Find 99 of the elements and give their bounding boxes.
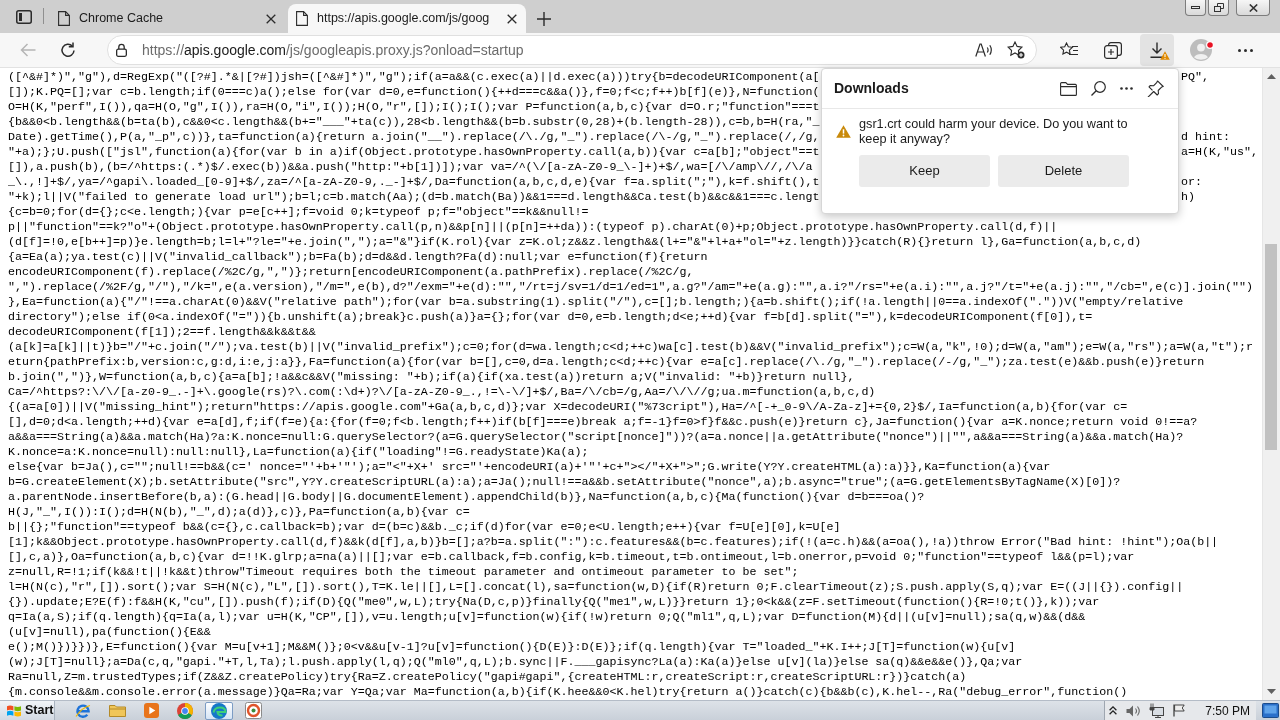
source-line: b||{};"function"==typeof b&&(c={},c.callback=b);var d=(b=c)&&b._c;if(d)for(var e=0;e<U.length;e++){var f=U[e][0],k=U[e] — [8, 520, 841, 535]
source-line: []);K.PQ=[];var c=b.length;if(0===c)a();else for(var d=0,e=function(){++d===c&&a()},f=0;f<c;f++)b[f](e)},N=function( — [8, 85, 820, 100]
windows-logo-icon — [7, 704, 21, 717]
source-line: PQ", — [1181, 70, 1209, 85]
arrow-up-icon[interactable] — [1267, 74, 1276, 79]
folder-icon[interactable] — [1060, 81, 1077, 96]
panel-title: Downloads — [834, 79, 909, 98]
source-line: b.join(",")},W=function(a,b,c){a=a[b];!a&&c&&V("missing: "+b);if(a){if(xa.test(a))return a;V("invalid: "+b)}return null}, — [8, 370, 855, 385]
source-line: },Ea=function(a){"/"!==a.charAt(0)&&V("relative path");for(var b=a.substring(1).split("/"),c=[];b.length;){a=b.shift();if(!a.length||0==a.indexOf("."))V("empty/relative — [8, 295, 1184, 310]
warning-message: gsr1.crt could harm your device. Do you want to keep it anyway? — [859, 117, 1129, 147]
show-desktop-icon[interactable] — [1262, 703, 1279, 718]
source-line: or: — [1181, 175, 1202, 190]
source-line: [],c,a)},Oa=function(a,b,c){var d=!!K.glrp;a=na(a)||[];var e=b.callback,f=b.config,k=b.timeout,t=b.ontimeout,l=b.onerror,p=void 0;"function"==typeof l&&(p=l);var — [8, 550, 1135, 565]
close-icon[interactable] — [507, 13, 517, 24]
download-icon — [1150, 42, 1164, 58]
source-line: K.nonce=a:K.nonce=null):null:null},La=function(a){if("loading"!=G.readyState)Ka(a); — [8, 445, 589, 460]
pin-icon[interactable] — [1147, 80, 1164, 97]
close-icon — [1248, 3, 1258, 12]
more-icon[interactable] — [1237, 48, 1253, 52]
source-line: a.parentNode.insertBefore(b,a):(G.head||G.body||G.documentElement).appendChild(b)},Na=function(a,b,c){Ma(function(){var d=b===oa()? — [8, 490, 925, 505]
source-line: [],d=0;d<a.length;++d){var e=a[d],f;if(f=e){a:{for(f=0;f<b.length;f++)if(b[f]===e)break a;f=-1}f=0>f}f&&c.push(e)}return c},Ja=function(){var a=K.nonce;return void 0!==a? — [8, 415, 1198, 430]
plus-icon[interactable] — [537, 12, 551, 26]
source-line: directory");else if(0<a.indexOf("=")){b.unshift(a);break}c.push(a)}a={};for(var d=0,e=b.length;d<e;++d){var f=b[d].split("="),k=decodeURIComponent(f[0]),t= — [8, 310, 1093, 325]
source-line: z=null,R=!1;if(k&&!t||!k&&t)throw"Timeout requires both the timeout parameter and ontimeout parameter to be set"; — [8, 565, 799, 580]
source-line: eturn{pathPrefix:b,version:c,g:d,i:e,j:a}},Fa=function(a){for(var b=[],c=0,d=a.length;c<d;++c){var e=a[c].replace(/\./g,"_").replace(/-/g,"_");za.test(e)&&b.push(e)}return — [8, 355, 1205, 370]
speaker-icon[interactable] — [1126, 704, 1141, 717]
star-add-icon[interactable] — [1007, 41, 1025, 59]
minimize-button[interactable] — [1185, 0, 1206, 16]
e-logo-icon[interactable] — [75, 702, 91, 719]
double-chevron-up-icon[interactable] — [1109, 706, 1118, 715]
framed-ring-icon[interactable] — [244, 702, 262, 719]
source-line: h) — [1181, 190, 1195, 205]
source-line: decodeURIComponent(f[1]);2==f.length&&k&&t&& — [8, 325, 316, 340]
source-line: a&&a===String(a)&&a.match(Ha)?a:K.nonce=null:G.querySelector?(a=G.querySelector("script[nonce]"))?(a=a.nonce||a.getAttribute("nonce")||"",a&&a===String(a)&&a.match(Ha)? — [8, 430, 1184, 445]
source-line: l=H(N(c),"r",[]).sort();var S=H(N(c),"L",[]).sort(),T=K.le||[],L=[].concat(l),sa=function(w,D){if(R)return 0;F.clearTimeout(z);S.push.apply(S,q);var E=((J||{}).config|| — [8, 580, 1184, 595]
source-line: Date).getTime(),P(a,"_p",c))},ta=function(a){return a.join("__").replace(/\./g,"_").replace(/\-/g,"_").replace(/,/g, — [8, 130, 820, 144]
source-line: {c=b=0;for(d={};c<e.length;){var p=e[c++];f=void 0;k=typeof p;f="object"==k&&null!= — [8, 205, 589, 220]
address-bar[interactable]: https://apis.google.com/js/googleapis.proxy.js?onload=startup — [107, 35, 1037, 65]
source-line: else{var b=Ja(),c="";null!==b&&(c=' nonce="'+b+'"');a="<"+X+' src="'+encodeURI(a)+'"'+c+"></"+X+">";G.write(Y?Y.createHTML(a):a)}},Ka=function(a){var — [8, 460, 1051, 475]
source-line: encodeURIComponent(f).replace(/%2C/g,",")};return[encodeURIComponent(a.pathPrefix).replace(/%2C/g, — [8, 265, 694, 280]
more-icon[interactable] — [1120, 87, 1133, 90]
browser-tab[interactable]: Chrome Cache — [50, 4, 285, 33]
search-icon[interactable] — [1091, 81, 1106, 96]
browser-tab[interactable]: https://apis.google.com/js/goog — [288, 4, 526, 33]
close-icon[interactable] — [266, 13, 276, 24]
scrollbar-thumb[interactable] — [1265, 244, 1277, 450]
minimize-icon — [1191, 6, 1200, 9]
clock-time: 7:50 PM — [1205, 702, 1250, 720]
warning-icon — [836, 125, 851, 138]
source-line: ",").replace(/%2F/g,"/"),"/k=",e(a.version),"/m=",e(b),d?"/exm="+e(d):"","/rt=j/sv=1/d=1/ed=1",a.g?"/am="+e(a.g):"",a.i?"/rs="+e(a.i):"",a.j?"/t="+e(a.j):"","/cb=",e(c)].join("") — [8, 280, 1254, 295]
flag-icon[interactable] — [1173, 704, 1186, 717]
ring-logo-icon[interactable] — [177, 702, 193, 719]
arrow-down-icon[interactable] — [1267, 689, 1276, 694]
source-line: (d[f]=!0,e[b++]=p)}e.length=b;l=l+"?le="+e.join(",");a="&"}if(K.rol){var z=K.ol;z&&z.length&&(l+="&"+l+a+"ol="+z.length)}}catch(R){}return l},Ga=function(a,b,c,d) — [8, 235, 1142, 250]
close-window-button[interactable] — [1236, 0, 1270, 16]
source-line: H(J,"_",I()):I();d=H(N(b),"_",d);a(d)},c)},Pa=function(a,b){var c= — [8, 505, 470, 520]
source-line: ([^&#]*)","g"),d=RegExp("([?#].*&|[?#])jsh=([^&#]*)","g");if(a=a&&(c.exec(a)||d.exec(a)))try{b=decodeURIComponent(a[ — [8, 70, 820, 84]
source-line: a=H(K,"us", — [1181, 145, 1258, 160]
source-line: (w);J[T]=null};a=Da(c,q,"gapi."+T,l,Ta);l.push.apply(l,q);Q("ml0",q,L);b.sync||F.___gapisync?La(a):Ka(a)}else u[v](la)}else sa(q)&&e&&e()},Qa;var — [8, 655, 1023, 670]
source-line: q=Ia(a,S);if(q.length){q=Ia(a,l);var u=H(K,"CP",[]),v=u.length;u[v]=function(w){if(!w)return 0;Q("ml1",q,L);var D=function(M){d||(u[v]=null);sa(q,w)&&(d&& — [8, 610, 1086, 625]
restore-icon — [1213, 3, 1224, 12]
refresh-icon[interactable] — [60, 42, 76, 58]
source-line: (u[v]=null),pa(function(){E&& — [8, 625, 211, 640]
source-line: Ra=null,Z=m.trustedTypes;if(Z&&Z.createPolicy)try{Ra=Z.createPolicy("gapi#gapi",{createHTML:r,createScript:r,createScriptURL:r})}catch(a) — [8, 670, 967, 685]
source-line: "+k);l||V("failed to generate load url");b=l;c=b.match(Aa);(d=b.match(Ba))&&1===d.length&&Ca.test(b)&&c&&1===c.lengt — [8, 190, 820, 204]
source-line: O=H(K,"perf",I()),qa=H(O,"g",I()),ra=H(O,"i",I());H(O,"r",[]);I();I();var P=function(a,b,c){var d=O.r;"function"===t — [8, 100, 820, 115]
source-line: d hint: — [1181, 130, 1230, 145]
source-line: {}).update;E?E(f):f&&H(K,"cu",[]).push(f);if(D){Q("me0",w,L);try{Na(D,c,p)}finally{Q("me1",w,L)}}return 1};0<k&&(z=F.setTimeout(function(){R=!0;t()},k));var — [8, 595, 1100, 610]
network-icon[interactable] — [1149, 703, 1165, 718]
delete-button[interactable]: Delete — [998, 155, 1129, 187]
page-icon — [58, 11, 70, 26]
source-line: (a[k]=a[k]||t)}b="/"+c.join("/");va.test(b)||V("invalid_prefix");c=0;for(d=wa.length;c<d;++c)wa[c].test(b)&&V("invalid_prefix");c=W(a,"k",!0);d=W(a,"am");e=W(a,"rs");a=W(a,"t");r — [8, 340, 1254, 355]
source-line: p||"function"==k?"o"+(Object.prototype.hasOwnProperty.call(p,n)&&p[n]||(p[n]=++da)):(typeof p).charAt(0)+p;Object.prototype.hasOwnProperty.call(d,f)|| — [8, 220, 1058, 235]
wave-logo-icon — [211, 702, 227, 719]
source-line: {(a=a[0])||V("missing_hint");return"https://apis.google.com"+Ga(a,b,c,d)};var X=decodeURI("%73cript"),Ha=/^[-+_0-9\/A-Za-z]+={0,2}$/,Ia=function(a,b){for(var c= — [8, 400, 1128, 415]
read-aloud-icon[interactable] — [975, 43, 993, 57]
taskbar-app-button[interactable] — [205, 701, 233, 720]
source-line: {b&&0<b.length&&(b=ta(b),c&&0<c.length&&(b+="___"+ta(c)),28<b.length&&(b=b.substr(0,28)+(b.length-28)),c=b,b=H(ra,"_ — [8, 115, 820, 130]
url-text: https://apis.google.com/js/googleapis.proxy.js?onload=startup — [142, 40, 524, 60]
tab-actions-icon[interactable] — [16, 10, 32, 24]
source-line: b=G.createElement(X);b.setAttribute("src",Y?Y.createScriptURL(a):a);a=Ja();null!==a&&b.setAttribute("nonce",a);b.async="true";(a=G.getElementsByTagName(X)[0])? — [8, 475, 1121, 490]
keep-button[interactable]: Keep — [859, 155, 990, 187]
start-button[interactable]: Start — [0, 701, 55, 720]
favorites-icon[interactable] — [1060, 42, 1078, 58]
source-line: []),a.push(b),(b=/^https:(.*)$/.exec(b))&&a.push("http:"+b[1])]);var va=/^(\/[a-zA-Z0-9_\-]+)+$/,wa=[/\/amp\//,/\/a — [8, 160, 813, 175]
downloads-button[interactable] — [1140, 34, 1174, 66]
page-icon — [296, 11, 308, 26]
play-icon[interactable] — [143, 703, 159, 718]
source-line: e();M()})}})},E=function(){var M=u[v+1];M&&M()};0<v&&u[v-1]?u[v]=function(){D(E)}:D(E)};if(q.length){var T="loaded_"+K.I++;J[T]=function(w){u[v] — [8, 640, 1016, 655]
source-line: Ca=/^https?:\/\/[a-z0-9_.-]+\.google(rs)?\.com(:\d+)?\/[a-zA-Z0-9_.,!=\-\/]+$/,Ba=/\/cb=/g,Aa=/\/\//g;ua.m=function(a,b,c,d) — [8, 385, 876, 400]
source-line: "+a);};U.push(["jsl",function(a){for(var b in a)if(Object.prototype.hasOwnProperty.call(a,b)){var c=a[b];"object"==t — [8, 145, 820, 159]
restore-button[interactable] — [1208, 0, 1229, 16]
notification-dot-icon — [1206, 41, 1214, 49]
lock-icon — [116, 43, 127, 57]
source-line: [1];k&&Object.prototype.hasOwnProperty.call(d,f)&&k(d[f],a,b)}b=[];a?b=a.split(":"):c.features&&(b=c.features);if(!(a=c.h)&&(a=oa(),!a))throw Error("Bad hint: !hint");Oa(b|| — [8, 535, 1219, 550]
collections-icon[interactable] — [1104, 41, 1122, 59]
source-line: {a=Ea(a);ya.test(c)||V("invalid_callback");b=Fa(b);d=d&&d.length?Fa(d):null;var e=function(f){return — [8, 250, 708, 265]
source-line: {m.console&&m.console.error(a.message)}Qa=Ra;var Y=Qa;var Ma=function(a,b){if(K.hee&&0<K.hel)try{return a()}catch(c){b&&b(c),K.hel--,Ra("debug_error",function() — [8, 685, 1128, 700]
source-line: _\.,!]+$/,ya=/^gapi\.loaded_[0-9]+$/,za=/^[a-zA-Z0-9,._-]+$/,Da=function(a,b,c,d,e){var f=a.split(";"),k=f.shift(),t — [8, 175, 820, 189]
